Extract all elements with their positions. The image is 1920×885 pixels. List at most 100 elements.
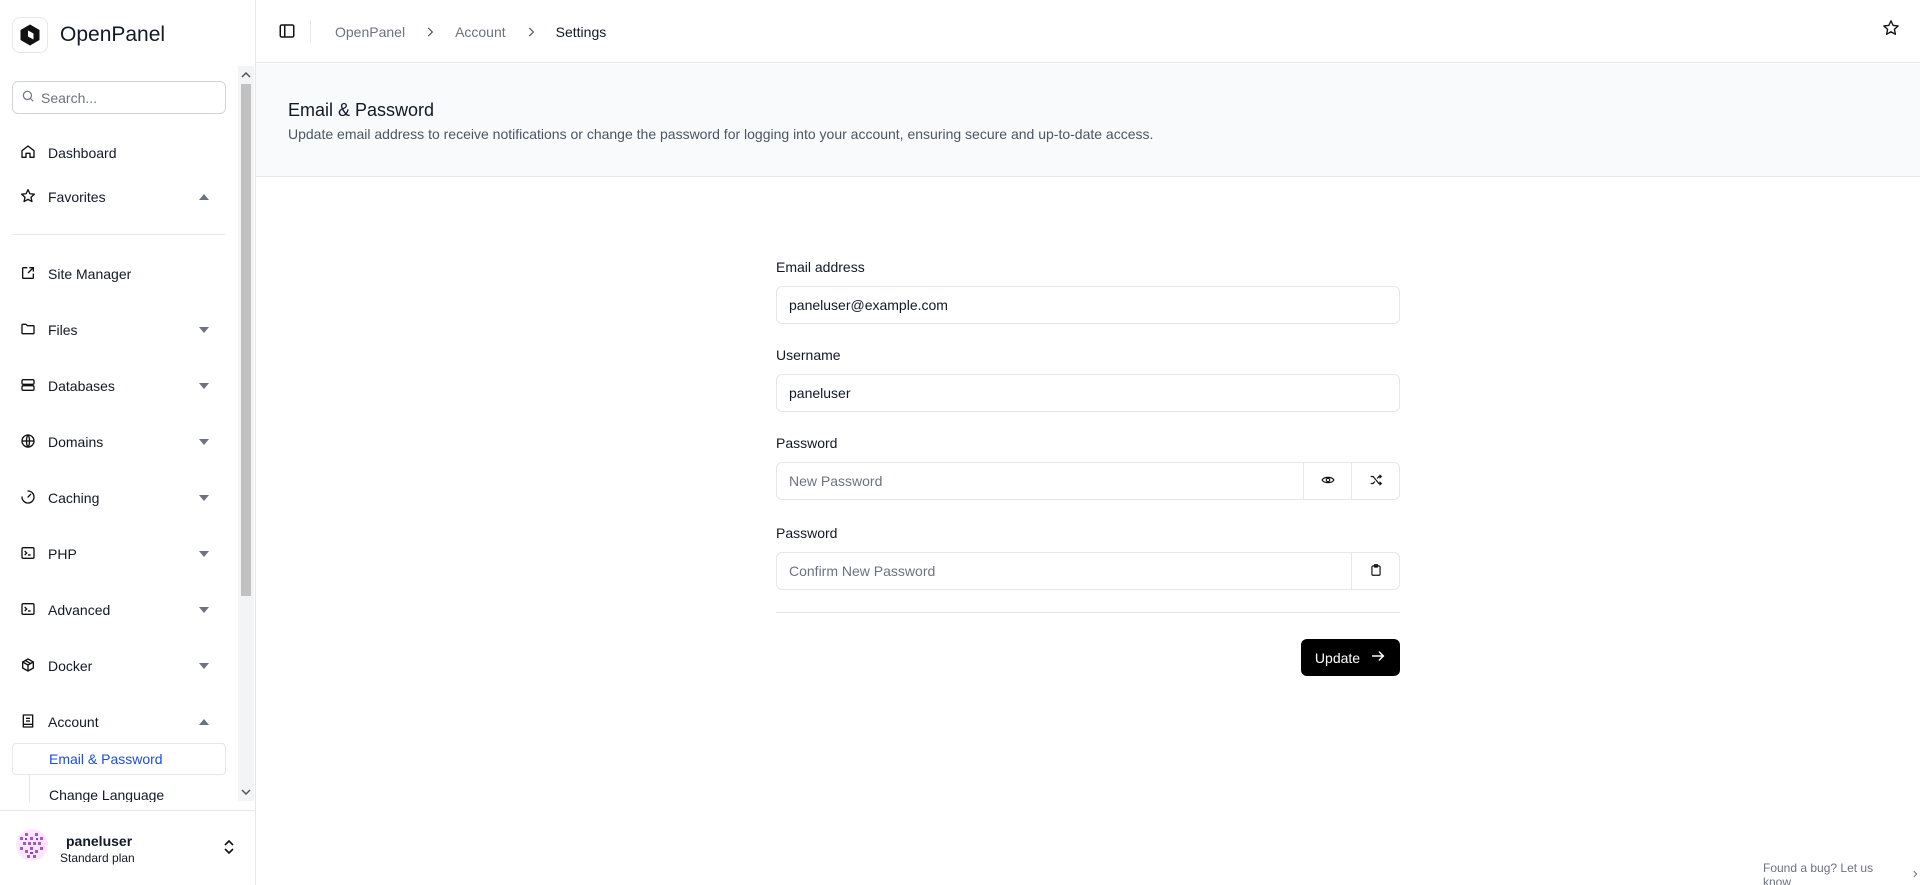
password-field-wrapper (776, 462, 1400, 500)
sidebar-item-label: Databases (48, 378, 115, 394)
sidebar-item-favorites[interactable]: Favorites (20, 183, 216, 211)
brand[interactable]: OpenPanel (12, 16, 165, 54)
sidebar-item-files[interactable]: Files (20, 316, 216, 344)
avatar (16, 829, 48, 861)
sidebar-item-label: Docker (48, 658, 93, 674)
sidebar-toggle-icon[interactable] (278, 22, 296, 40)
sidebar-item-docker[interactable]: Docker (20, 652, 216, 680)
eye-icon (1321, 473, 1335, 490)
package-icon (20, 657, 36, 676)
sidebar-item-label: Dashboard (48, 145, 117, 161)
sidebar-scrollbar[interactable] (238, 66, 254, 801)
sidebar-item-label: Favorites (48, 189, 106, 205)
sidebar-subitem-label: Change Language (49, 787, 165, 802)
brand-name: OpenPanel (60, 23, 166, 46)
chevron-right-icon (1910, 868, 1920, 882)
sidebar-item-label: Advanced (48, 602, 111, 618)
arrow-right-icon (1370, 648, 1386, 667)
username-label: Username (776, 347, 841, 363)
sidebar-subitem-change-language[interactable]: Change Language (12, 781, 226, 802)
sidebar-item-advanced[interactable]: Advanced (20, 596, 216, 624)
report-bug-label: Found a bug? Let us know (1763, 861, 1874, 885)
update-button[interactable]: Update (1301, 639, 1400, 676)
nav-divider (12, 234, 225, 235)
chevron-down-icon (198, 604, 210, 616)
page-title: Email & Password (288, 100, 435, 120)
topbar: OpenPanel Account Settings (256, 0, 1920, 63)
sidebar-item-databases[interactable]: Databases (20, 372, 216, 400)
terminal-icon (20, 545, 36, 564)
sidebar-item-caching[interactable]: Caching (20, 484, 216, 512)
user-plan: Standard plan (60, 851, 135, 865)
sidebar-subitem-email-password[interactable]: Email & Password (12, 743, 226, 775)
user-name: paneluser (66, 833, 133, 849)
star-icon (20, 188, 36, 207)
show-password-button[interactable] (1303, 463, 1351, 499)
scrollbar-thumb[interactable] (241, 84, 251, 596)
globe-icon (20, 433, 36, 452)
database-icon (20, 377, 36, 396)
topbar-divider (310, 20, 311, 42)
sidebar-item-php[interactable]: PHP (20, 540, 216, 568)
scroll-up-icon[interactable] (241, 70, 251, 80)
sidebar-item-account[interactable]: Account (20, 708, 216, 736)
paste-password-button[interactable] (1351, 553, 1399, 589)
external-link-icon (20, 265, 36, 284)
sidebar-item-domains[interactable]: Domains (20, 428, 216, 456)
favorite-star-icon[interactable] (1882, 19, 1904, 41)
sidebar-item-label: Site Manager (48, 266, 132, 282)
confirm-password-field[interactable] (777, 553, 1351, 589)
chevron-down-icon (198, 492, 210, 504)
page-header: Email & Password Update email address to… (256, 64, 1920, 177)
confirm-password-label: Password (776, 525, 838, 541)
email-label: Email address (776, 259, 865, 275)
sidebar-item-site-manager[interactable]: Site Manager (20, 260, 216, 288)
update-button-label: Update (1314, 649, 1361, 666)
report-bug-link[interactable]: Found a bug? Let us know (1763, 861, 1920, 885)
email-field-wrapper (776, 286, 1400, 324)
email-field[interactable] (777, 287, 1399, 323)
breadcrumb-item[interactable]: Account (455, 24, 506, 40)
chevron-down-icon (198, 380, 210, 392)
user-menu[interactable]: paneluser Standard plan (0, 810, 256, 885)
terminal-icon (20, 601, 36, 620)
breadcrumb: OpenPanel Account Settings (335, 22, 606, 42)
sidebar-item-label: Caching (48, 490, 100, 506)
search-box[interactable] (12, 81, 226, 114)
scroll-down-icon[interactable] (241, 787, 251, 797)
sidebar-item-dashboard[interactable]: Dashboard (20, 139, 216, 167)
chevron-down-icon (198, 548, 210, 560)
sidebar: OpenPanel Dashboard Favorites (0, 0, 256, 885)
chevron-up-icon (198, 191, 210, 203)
generate-password-button[interactable] (1351, 463, 1399, 499)
chevron-down-icon (198, 436, 210, 448)
sidebar-item-label: PHP (48, 546, 77, 562)
sidebar-item-label: Domains (48, 434, 104, 450)
book-icon (20, 713, 36, 732)
form-divider (776, 612, 1400, 613)
folder-icon (20, 321, 36, 340)
home-icon (20, 144, 36, 163)
search-input[interactable] (41, 89, 211, 106)
username-field-wrapper (776, 374, 1400, 412)
password-label: Password (776, 435, 838, 451)
chevron-right-icon (423, 25, 437, 39)
page-description: Update email address to receive notifica… (288, 126, 1154, 142)
clipboard-icon (1369, 563, 1383, 580)
sidebar-item-label: Account (48, 714, 99, 730)
sidebar-nav: Dashboard Favorites Site Manager Files D… (0, 130, 236, 802)
confirm-password-wrapper (776, 552, 1400, 590)
chevron-down-icon (198, 660, 210, 672)
chevron-down-icon (198, 324, 210, 336)
breadcrumb-current: Settings (555, 24, 607, 40)
sidebar-item-label: Files (48, 322, 78, 338)
username-field[interactable] (777, 375, 1399, 411)
openpanel-logo-icon (12, 17, 48, 53)
sidebar-subitem-label: Email & Password (49, 751, 163, 767)
breadcrumb-item[interactable]: OpenPanel (335, 24, 405, 40)
new-password-field[interactable] (777, 463, 1303, 499)
chevron-up-icon (198, 716, 210, 728)
shuffle-icon (1369, 473, 1383, 490)
chevrons-up-down-icon[interactable] (222, 838, 236, 856)
gauge-icon (20, 489, 36, 508)
